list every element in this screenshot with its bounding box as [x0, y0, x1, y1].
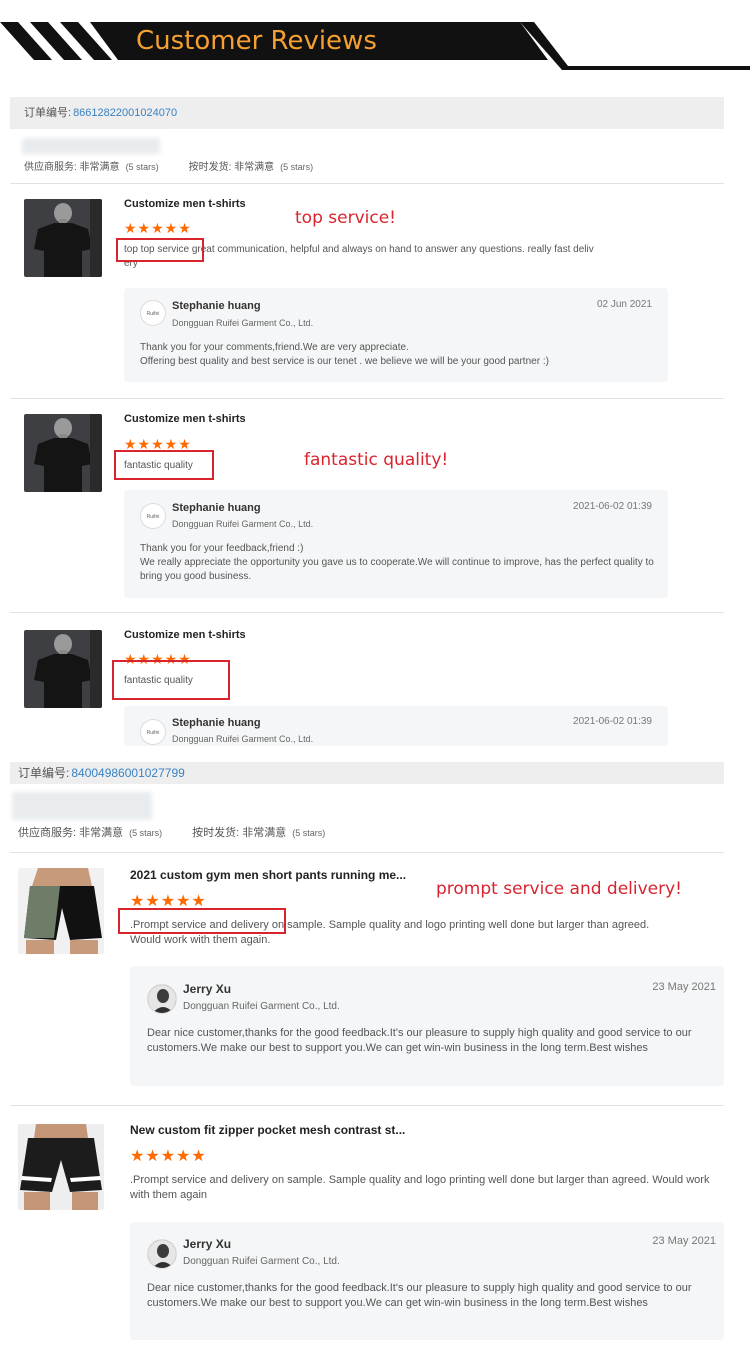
product-title[interactable]: 2021 custom gym men short pants running …: [130, 868, 406, 882]
product-thumbnail[interactable]: [18, 868, 104, 954]
supplier-avatar: Ruifei: [140, 719, 166, 745]
on-time-rating: 按时发货: 非常满意: [188, 162, 275, 173]
reply-author: Stephanie huang: [172, 717, 261, 729]
divider: [10, 183, 724, 184]
on-time-stars: (5 stars): [280, 162, 314, 172]
star-rating: ★★★★★: [130, 1148, 207, 1165]
on-time-stars: (5 stars): [292, 828, 326, 838]
reply-date: 02 Jun 2021: [596, 299, 652, 310]
reply-company: Dongguan Ruifei Garment Co., Ltd.: [172, 318, 314, 328]
order-label: 订单编号:: [24, 107, 72, 119]
divider: [10, 852, 724, 853]
shorts-image: [18, 1124, 104, 1210]
reply-author: Stephanie huang: [172, 502, 261, 514]
annotation-note: top service!: [295, 208, 396, 228]
highlight-box: [112, 660, 230, 700]
highlight-box: [114, 450, 214, 480]
supplier-avatar: [147, 1239, 177, 1269]
order-ratings: 供应商服务: 非常满意 (5 stars) 按时发货: 非常满意 (5 stars): [24, 158, 313, 173]
order-ratings: 供应商服务: 非常满意 (5 stars) 按时发货: 非常满意 (5 stars): [18, 824, 325, 840]
reply-author: Jerry Xu: [183, 1237, 232, 1251]
on-time-rating: 按时发货: 非常满意: [192, 827, 287, 839]
supplier-avatar: [147, 984, 177, 1014]
reply-company: Dongguan Ruifei Garment Co., Ltd.: [183, 1001, 340, 1012]
supplier-avatar: Ruifei: [140, 300, 166, 326]
order-number-link[interactable]: 84004986001027799: [71, 766, 184, 780]
reply-date: 2021-06-02 01:39: [573, 716, 652, 727]
product-title[interactable]: Customize men t-shirts: [124, 413, 246, 425]
header-banner: Customer Reviews: [0, 0, 750, 80]
reply-date: 2021-06-02 01:39: [573, 501, 652, 512]
supplier-service-rating: 供应商服务: 非常满意: [24, 162, 120, 173]
annotation-note: prompt service and delivery!: [436, 879, 682, 899]
star-rating: ★★★★★: [124, 220, 192, 236]
reply-text: Thank you for your comments,friend.We ar…: [140, 342, 549, 367]
reply-company: Dongguan Ruifei Garment Co., Ltd.: [172, 519, 314, 529]
divider: [10, 1105, 724, 1106]
supplier-avatar: Ruifei: [140, 503, 166, 529]
product-title[interactable]: Customize men t-shirts: [124, 629, 246, 641]
divider: [10, 612, 724, 613]
supplier-service-rating: 供应商服务: 非常满意: [18, 827, 124, 839]
supplier-logo: Ruifei: [146, 311, 160, 317]
order-number-link[interactable]: 86612822001024070: [73, 107, 177, 119]
tshirt-image: [24, 414, 102, 492]
divider: [10, 398, 724, 399]
comment-text-wrap: Would work with them again.: [130, 933, 271, 946]
supplier-stars: (5 stars): [125, 162, 159, 172]
order-label: 订单编号:: [18, 766, 70, 780]
reply-company: Dongguan Ruifei Garment Co., Ltd.: [183, 1256, 340, 1267]
reply-author: Stephanie huang: [172, 300, 261, 312]
product-thumbnail[interactable]: [18, 1124, 104, 1210]
product-thumbnail[interactable]: [24, 630, 102, 708]
comment-text: on sample. Sample quality and logo print…: [271, 919, 650, 931]
order-bar: 订单编号: 86612822001024070: [10, 97, 724, 129]
highlight-box: [116, 238, 204, 262]
shorts-image: [18, 868, 104, 954]
supplier-logo: Ruifei: [146, 730, 160, 736]
tshirt-image: [24, 199, 102, 277]
reply-company: Dongguan Ruifei Garment Co., Ltd.: [172, 734, 314, 744]
supplier-logo: Ruifei: [146, 514, 160, 520]
product-title[interactable]: New custom fit zipper pocket mesh contra…: [130, 1123, 405, 1137]
reply-text: Thank you for your feedback,friend :) We…: [140, 543, 654, 582]
product-title[interactable]: Customize men t-shirts: [124, 198, 246, 210]
product-thumbnail[interactable]: [24, 414, 102, 492]
tshirt-image: [24, 630, 102, 708]
order-bar: 订单编号: 84004986001027799: [10, 762, 724, 784]
buyer-name-blurred: [12, 792, 152, 820]
comment-text: great communication, helpful and always …: [191, 244, 594, 255]
page-title: Customer Reviews: [136, 26, 377, 56]
reply-text: Dear nice customer,thanks for the good f…: [147, 1027, 692, 1055]
reply-author: Jerry Xu: [183, 982, 232, 996]
product-thumbnail[interactable]: [24, 199, 102, 277]
highlight-box: [118, 908, 286, 934]
annotation-note: fantastic quality!: [304, 450, 449, 470]
supplier-stars: (5 stars): [129, 828, 163, 838]
buyer-name-blurred: [22, 138, 160, 154]
reply-text: Dear nice customer,thanks for the good f…: [147, 1282, 692, 1310]
reply-date: 23 May 2021: [652, 1235, 716, 1247]
review-comment: .Prompt service and delivery on sample. …: [130, 1174, 710, 1201]
reply-date: 23 May 2021: [652, 981, 716, 993]
